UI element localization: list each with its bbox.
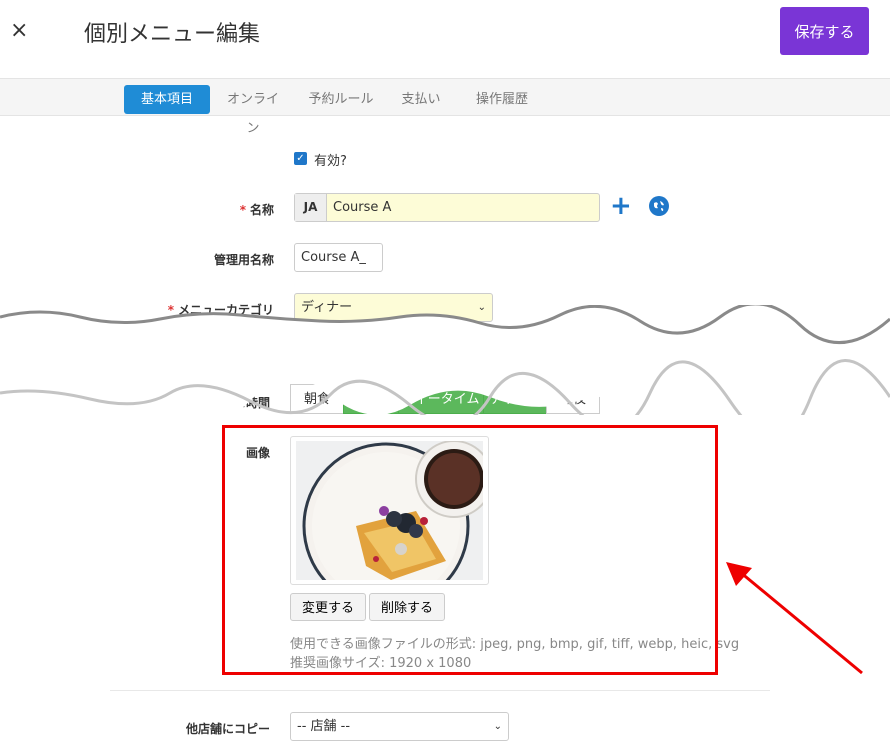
chevron-down-icon: ⌄ <box>493 721 502 732</box>
arrow-icon <box>726 562 863 675</box>
store-select[interactable]: -- 店舗 -- ⌄ <box>290 712 509 741</box>
enabled-label: 有効? <box>314 154 347 169</box>
name-value: Course A <box>333 200 392 215</box>
admin-name-label: 管理用名称 <box>213 253 274 267</box>
close-icon[interactable]: × <box>10 18 32 44</box>
language-badge: JA <box>295 194 327 221</box>
torn-separator <box>0 305 890 415</box>
tab-history[interactable]: 操作履歴 <box>469 85 535 114</box>
tab-basic[interactable]: 基本項目 <box>124 85 210 114</box>
tab-online[interactable]: オンライン <box>222 85 284 136</box>
name-label: * 名称 <box>239 203 274 217</box>
tab-reservation-rules[interactable]: 予約ルール <box>306 85 376 114</box>
section-divider <box>110 690 770 691</box>
tab-bar: 基本項目 オンライン 予約ルール 支払い 操作履歴 <box>0 78 890 136</box>
copy-stores-label: 他店舗にコピー <box>185 722 270 736</box>
store-select-value: -- 店舗 -- <box>297 719 351 734</box>
plus-icon[interactable]: + <box>610 193 632 219</box>
enabled-checkbox[interactable]: ✓ <box>294 152 307 165</box>
tab-payment[interactable]: 支払い <box>397 85 445 114</box>
highlight-box <box>222 425 718 675</box>
save-button[interactable]: 保存する <box>780 7 869 55</box>
name-input[interactable]: JA Course A <box>294 193 600 222</box>
header: × 個別メニュー編集 保存する <box>0 0 890 78</box>
globe-icon[interactable] <box>649 196 669 216</box>
admin-name-input[interactable]: Course A_ <box>294 243 383 272</box>
page-title: 個別メニュー編集 <box>84 22 261 47</box>
